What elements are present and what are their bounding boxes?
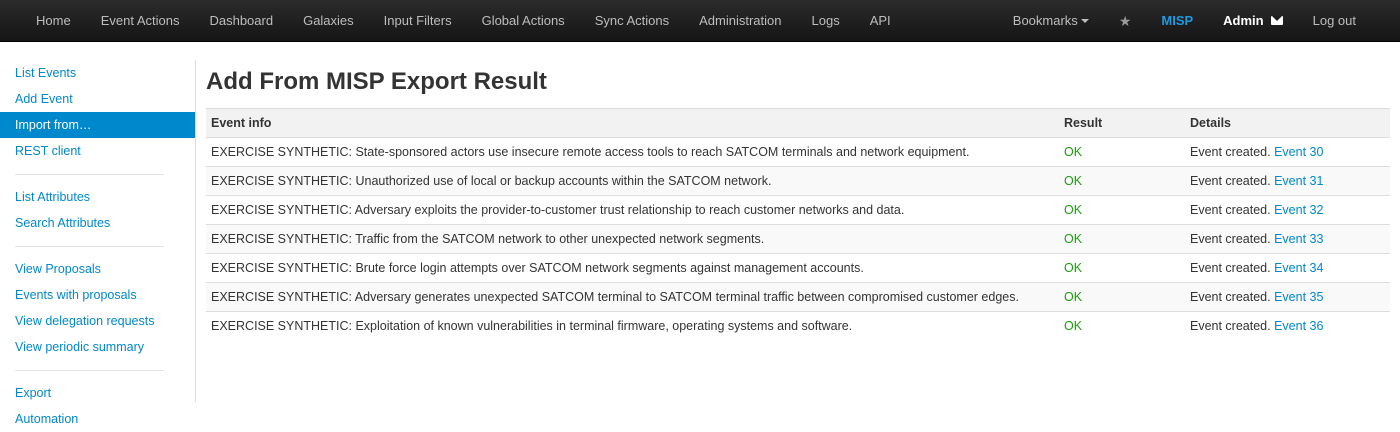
table-row: EXERCISE SYNTHETIC: State-sponsored acto… — [206, 137, 1390, 167]
nav-item-event-actions[interactable]: Event Actions — [86, 0, 195, 42]
sidebar-divider — [15, 370, 164, 371]
table-header-row: Event info Result Details — [206, 108, 1390, 138]
event-link[interactable]: Event 30 — [1274, 145, 1323, 159]
details-cell: Event created. Event 34 — [1185, 253, 1390, 283]
sidebar-item-add-event[interactable]: Add Event — [0, 86, 195, 112]
sidebar-divider — [15, 246, 164, 247]
column-header-event-info: Event info — [206, 108, 1059, 138]
side-menu: List Events Add Event Import from… REST cli… — [0, 60, 196, 426]
nav-item-api[interactable]: API — [855, 0, 906, 42]
nav-item-logs[interactable]: Logs — [797, 0, 855, 42]
sidebar-item-view-delegation-requests[interactable]: View delegation requests — [0, 308, 195, 334]
event-info-cell: EXERCISE SYNTHETIC: Exploitation of know… — [206, 311, 1059, 341]
table-row: EXERCISE SYNTHETIC: Adversary exploits t… — [206, 195, 1390, 225]
event-info-cell: EXERCISE SYNTHETIC: State-sponsored acto… — [206, 137, 1059, 167]
logout-link[interactable]: Log out — [1298, 0, 1400, 42]
details-text: Event created. — [1190, 319, 1271, 334]
result-cell: OK — [1059, 166, 1185, 196]
result-cell: OK — [1059, 282, 1185, 312]
event-link[interactable]: Event 33 — [1274, 232, 1323, 246]
sidebar-item-events-with-proposals[interactable]: Events with proposals — [0, 282, 195, 308]
nav-right: Bookmarks ★ MISP Admin Log out — [998, 0, 1400, 42]
table-row: EXERCISE SYNTHETIC: Adversary generates … — [206, 282, 1390, 312]
event-info-cell: EXERCISE SYNTHETIC: Traffic from the SAT… — [206, 224, 1059, 254]
event-link[interactable]: Event 35 — [1274, 290, 1323, 304]
details-text: Event created. — [1190, 145, 1271, 159]
table-row: EXERCISE SYNTHETIC: Exploitation of know… — [206, 311, 1390, 341]
table-row: EXERCISE SYNTHETIC: Traffic from the SAT… — [206, 224, 1390, 254]
column-header-result: Result — [1059, 108, 1185, 138]
table-row: EXERCISE SYNTHETIC: Brute force login at… — [206, 253, 1390, 283]
star-icon: ★ — [1118, 13, 1132, 29]
details-text: Event created. — [1190, 290, 1271, 304]
event-info-cell: EXERCISE SYNTHETIC: Adversary generates … — [206, 282, 1059, 312]
details-cell: Event created. Event 33 — [1185, 224, 1390, 254]
user-menu[interactable]: Admin — [1208, 0, 1297, 42]
column-header-details: Details — [1185, 108, 1390, 138]
sidebar-item-list-attributes[interactable]: List Attributes — [0, 184, 195, 210]
details-cell: Event created. Event 32 — [1185, 195, 1390, 225]
details-cell: Event created. Event 35 — [1185, 282, 1390, 312]
top-navbar: Home Event Actions Dashboard Galaxies Input … — [0, 0, 1400, 42]
details-text: Event created. — [1190, 232, 1271, 246]
event-info-cell: EXERCISE SYNTHETIC: Brute force login at… — [206, 253, 1059, 283]
sidebar-item-import-from[interactable]: Import from… — [0, 112, 195, 138]
details-text: Event created. — [1190, 203, 1271, 217]
event-info-cell: EXERCISE SYNTHETIC: Unauthorized use of … — [206, 166, 1059, 196]
bookmarks-menu[interactable]: Bookmarks — [998, 0, 1104, 42]
sidebar-divider — [15, 174, 164, 175]
sidebar-item-view-periodic-summary[interactable]: View periodic summary — [0, 334, 195, 360]
result-cell: OK — [1059, 137, 1185, 167]
page-title: Add From MISP Export Result — [206, 68, 547, 95]
nav-item-input-filters[interactable]: Input Filters — [369, 0, 467, 42]
favourite-button[interactable]: ★ — [1104, 0, 1147, 42]
nav-menu: Home Event Actions Dashboard Galaxies Input … — [21, 0, 906, 42]
details-cell: Event created. Event 36 — [1185, 311, 1390, 341]
nav-item-global-actions[interactable]: Global Actions — [467, 0, 580, 42]
sidebar-item-export[interactable]: Export — [0, 380, 195, 406]
main-content: Add From MISP Export Result Event info R… — [206, 60, 1390, 341]
sidebar-item-automation[interactable]: Automation — [0, 406, 195, 432]
result-cell: OK — [1059, 195, 1185, 225]
results-table: Event info Result Details EXERCISE SYNTH… — [206, 108, 1390, 341]
nav-item-dashboard[interactable]: Dashboard — [194, 0, 288, 42]
event-link[interactable]: Event 31 — [1274, 174, 1323, 188]
nav-item-administration[interactable]: Administration — [684, 0, 796, 42]
result-cell: OK — [1059, 224, 1185, 254]
nav-item-sync-actions[interactable]: Sync Actions — [580, 0, 684, 42]
misp-brand-link[interactable]: MISP — [1146, 0, 1208, 42]
sidebar-item-search-attributes[interactable]: Search Attributes — [0, 210, 195, 236]
result-cell: OK — [1059, 253, 1185, 283]
details-cell: Event created. Event 30 — [1185, 137, 1390, 167]
event-link[interactable]: Event 34 — [1274, 261, 1323, 275]
details-text: Event created. — [1190, 174, 1271, 188]
caret-down-icon — [1080, 18, 1089, 23]
nav-item-galaxies[interactable]: Galaxies — [288, 0, 369, 42]
event-info-cell: EXERCISE SYNTHETIC: Adversary exploits t… — [206, 195, 1059, 225]
user-name: Admin — [1223, 13, 1264, 28]
nav-item-home[interactable]: Home — [21, 0, 86, 42]
event-link[interactable]: Event 32 — [1274, 203, 1323, 217]
envelope-icon — [1270, 16, 1283, 26]
table-body: EXERCISE SYNTHETIC: State-sponsored acto… — [206, 137, 1390, 341]
bookmarks-label: Bookmarks — [1012, 13, 1078, 28]
result-cell: OK — [1059, 311, 1185, 341]
details-cell: Event created. Event 31 — [1185, 166, 1390, 196]
event-link[interactable]: Event 36 — [1274, 319, 1323, 333]
sidebar-item-view-proposals[interactable]: View Proposals — [0, 256, 195, 282]
sidebar-item-rest-client[interactable]: REST client — [0, 138, 195, 164]
table-row: EXERCISE SYNTHETIC: Unauthorized use of … — [206, 166, 1390, 196]
details-text: Event created. — [1190, 261, 1271, 275]
sidebar-item-list-events[interactable]: List Events — [0, 60, 195, 86]
